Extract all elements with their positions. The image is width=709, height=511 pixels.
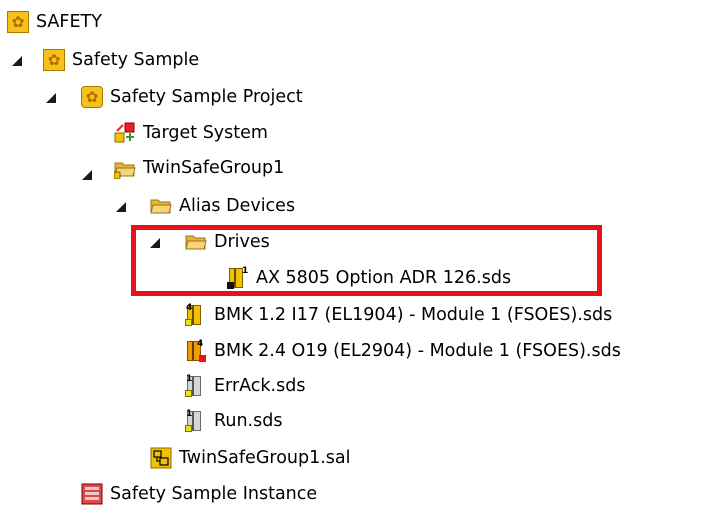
- alias-file-icon: [150, 447, 172, 469]
- folder-icon: [150, 195, 172, 217]
- variable-module-icon: 1: [185, 410, 207, 432]
- tree-item-label: Alias Devices: [179, 196, 296, 216]
- expand-arrow-icon[interactable]: [82, 170, 92, 180]
- tree-item-label: TwinSafeGroup1.sal: [179, 448, 351, 468]
- gear-icon: ✿: [81, 86, 103, 108]
- tree-item-bmk1[interactable]: 4 BMK 1.2 I17 (EL1904) - Module 1 (FSOES…: [185, 298, 612, 332]
- tree-item-label: Target System: [143, 123, 268, 143]
- tree-item-label: TwinSafeGroup1: [143, 158, 285, 178]
- tree-item-errack[interactable]: 1 ErrAck.sds: [185, 369, 305, 403]
- tree-item-safety[interactable]: ✿ SAFETY: [7, 5, 102, 39]
- tree-item-safety-sample-project[interactable]: ✿ Safety Sample Project: [81, 80, 303, 114]
- tree-item-label: BMK 1.2 I17 (EL1904) - Module 1 (FSOES).…: [214, 305, 613, 325]
- tree-item-safety-sample[interactable]: ✿ Safety Sample: [43, 43, 199, 77]
- tree-item-bmk2[interactable]: 4 BMK 2.4 O19 (EL2904) - Module 1 (FSOES…: [185, 334, 621, 368]
- group-folder-icon: [114, 157, 136, 179]
- variable-module-icon: 1: [185, 375, 207, 397]
- target-system-icon: [114, 122, 136, 144]
- tree-item-label: Safety Sample Instance: [110, 484, 318, 504]
- tree-item-label: Safety Sample Project: [110, 87, 303, 107]
- tree-item-label: Safety Sample: [72, 50, 200, 70]
- expand-arrow-icon[interactable]: [12, 56, 22, 66]
- tree-item-run[interactable]: 1 Run.sds: [185, 404, 282, 438]
- gear-icon: ✿: [43, 49, 65, 71]
- tree-item-twinsafegroup1[interactable]: TwinSafeGroup1: [114, 151, 284, 185]
- tree-item-target-system[interactable]: Target System: [114, 116, 268, 150]
- tree-item-label: SAFETY: [36, 12, 102, 32]
- output-module-icon: 4: [185, 340, 207, 362]
- tree-item-alias-devices[interactable]: Alias Devices: [150, 189, 295, 223]
- tree-item-label: ErrAck.sds: [214, 376, 306, 396]
- highlight-box: [131, 225, 602, 296]
- input-module-icon: 4: [185, 304, 207, 326]
- expand-arrow-icon[interactable]: [116, 202, 126, 212]
- instance-icon: [81, 483, 103, 505]
- tree-item-instance[interactable]: Safety Sample Instance: [81, 477, 317, 511]
- expand-arrow-icon[interactable]: [46, 93, 56, 103]
- tree-item-sal[interactable]: TwinSafeGroup1.sal: [150, 441, 351, 475]
- gear-icon: ✿: [7, 11, 29, 33]
- tree-item-label: Run.sds: [214, 411, 283, 431]
- tree-item-label: BMK 2.4 O19 (EL2904) - Module 1 (FSOES).…: [214, 341, 621, 361]
